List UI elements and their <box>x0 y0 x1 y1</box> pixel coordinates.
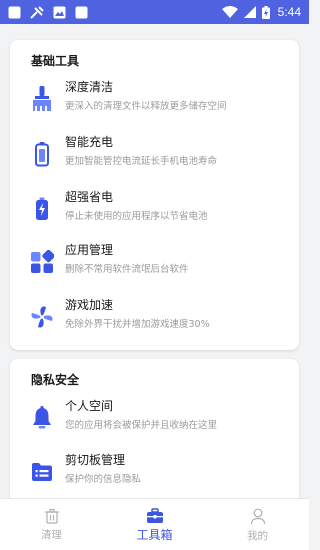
tool-item-title: 剪切板管理 <box>65 453 126 467</box>
tool-item-desc: 保护你的信息隐私 <box>65 474 142 485</box>
privacy-security-section-title: 隐私安全 <box>31 373 80 387</box>
battery-icon <box>30 141 54 167</box>
tab-mine[interactable]: 我的 <box>206 499 309 550</box>
broom-icon <box>30 86 54 112</box>
app-notification-icon <box>8 6 21 18</box>
tab-label: 我的 <box>247 530 268 542</box>
tool-item-title: 应用管理 <box>65 243 114 257</box>
tool-item-deep-clean[interactable]: 深度清洁 更深入的清理文件以释放更多储存空间 <box>10 78 299 126</box>
tab-label: 工具箱 <box>136 528 173 542</box>
tool-item-desc: 您的应用将会被保护并且收纳在这里 <box>65 420 218 431</box>
tool-item-desc: 免除外界干扰并增加游戏速度30% <box>65 319 210 330</box>
tool-item-title: 个人空间 <box>65 399 114 413</box>
bell-icon <box>30 405 54 431</box>
image-notification-icon <box>53 6 66 18</box>
tool-item-power-save[interactable]: 超强省电 停止未使用的应用程序以节省电池 <box>10 188 299 236</box>
folder-list-icon <box>30 459 54 485</box>
tool-item-personal-space[interactable]: 个人空间 您的应用将会被保护并且收纳在这里 <box>10 397 299 445</box>
tool-item-smart-charge[interactable]: 智能充电 更加智能管控电流延长手机电池寿命 <box>10 133 299 181</box>
tool-item-title: 超强省电 <box>65 190 114 204</box>
trash-icon <box>44 508 59 524</box>
cellular-signal-icon <box>243 6 256 18</box>
tab-clean[interactable]: 清理 <box>0 499 103 550</box>
status-bar-system: 5:44 <box>221 5 301 19</box>
basic-tools-card: 基础工具 深度清洁 更深入的清理文件以释放更多储存空间 智能充电 更加智能管控电… <box>10 40 299 350</box>
tool-item-title: 游戏加速 <box>65 298 114 312</box>
toolbox-icon <box>146 508 163 523</box>
app-notification-icon-2 <box>75 6 88 18</box>
tab-toolbox[interactable]: 工具箱 <box>103 499 206 550</box>
tab-label: 清理 <box>41 529 62 541</box>
tool-item-clipboard[interactable]: 剪切板管理 保护你的信息隐私 <box>10 451 299 499</box>
tool-item-desc: 更加智能管控电流延长手机电池寿命 <box>65 156 218 167</box>
pinwheel-icon <box>30 304 54 330</box>
basic-tools-section-title: 基础工具 <box>31 54 80 68</box>
bottom-tab-bar: 清理 工具箱 我的 <box>0 498 309 550</box>
tools-notification-icon <box>30 5 44 19</box>
battery-status-icon <box>261 5 270 19</box>
status-bar: 5:44 <box>0 0 309 24</box>
tool-item-desc: 停止未使用的应用程序以节省电池 <box>65 211 208 222</box>
status-bar-notifications <box>8 5 88 19</box>
wifi-icon <box>221 6 238 18</box>
battery-saver-icon <box>30 196 54 222</box>
tool-item-game-boost[interactable]: 游戏加速 免除外界干扰并增加游戏速度30% <box>10 296 299 344</box>
tool-item-title: 深度清洁 <box>65 80 114 94</box>
tool-item-app-manage[interactable]: 应用管理 删除不常用软件流氓后台软件 <box>10 241 299 289</box>
status-bar-time: 5:44 <box>277 5 301 19</box>
tool-item-desc: 更深入的清理文件以释放更多储存空间 <box>65 101 227 112</box>
tool-item-title: 智能充电 <box>65 135 114 149</box>
user-icon <box>250 508 265 525</box>
apps-grid-icon <box>30 249 54 275</box>
tool-item-desc: 删除不常用软件流氓后台软件 <box>65 264 189 275</box>
